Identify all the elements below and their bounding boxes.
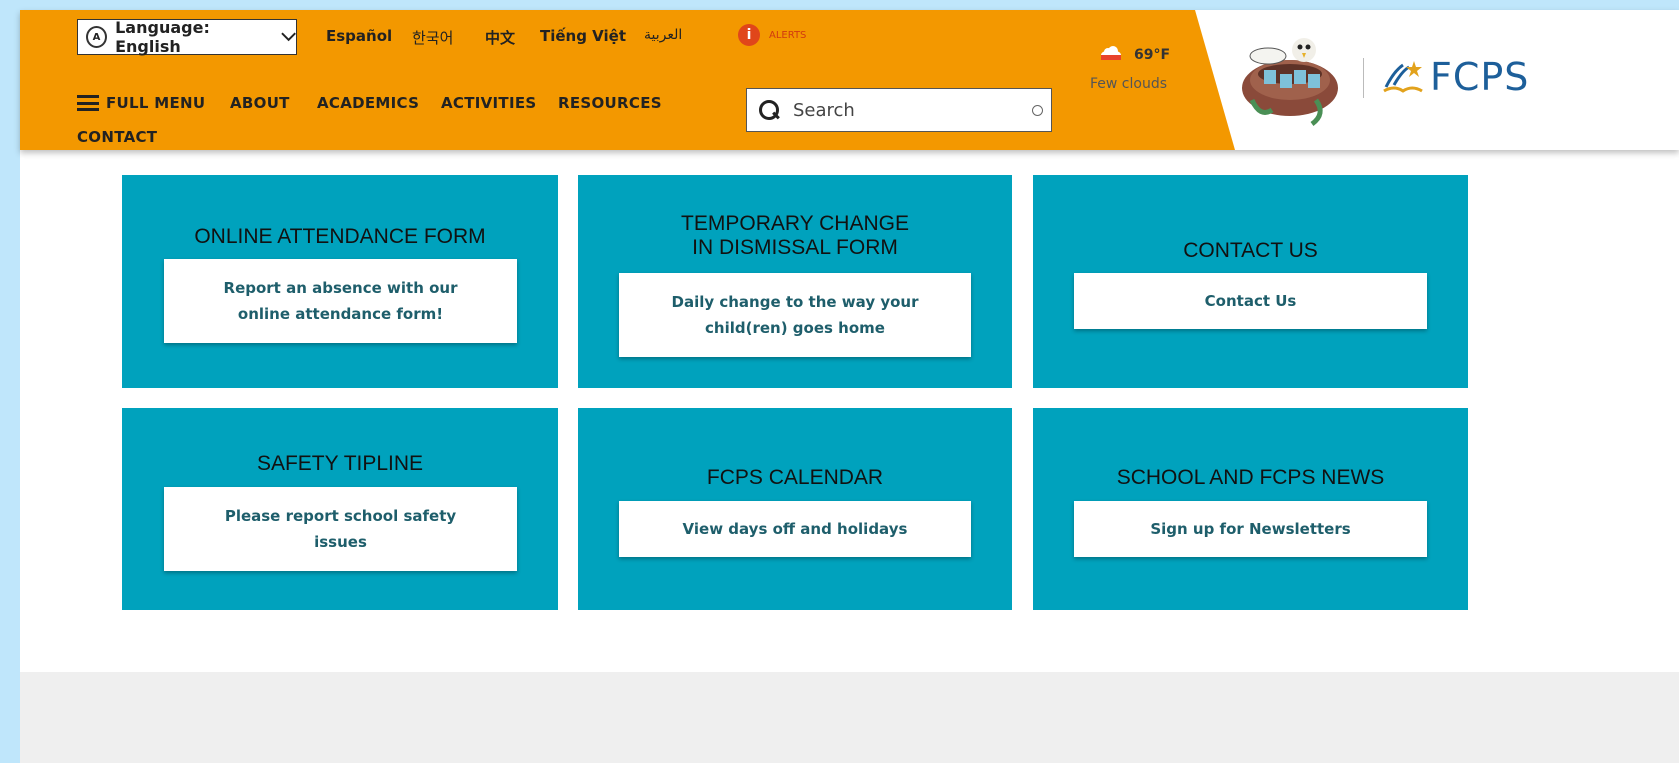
chevron-down-icon — [281, 32, 296, 42]
nav-about[interactable]: ABOUT — [230, 94, 290, 112]
nav-contact[interactable]: CONTACT — [77, 128, 157, 146]
weather-temp: 69°F — [1134, 47, 1171, 63]
lang-link-korean[interactable]: 한국어 — [412, 27, 453, 48]
logo-divider — [1363, 58, 1364, 98]
tile-online-attendance: ONLINE ATTENDANCE FORM Report an absence… — [122, 175, 558, 388]
book-star-icon — [1383, 61, 1423, 93]
tile-title: FCPS CALENDAR — [706, 466, 884, 489]
tile-link-button[interactable]: Daily change to the way your child(ren) … — [619, 273, 971, 357]
footer-band — [20, 672, 1679, 763]
lang-link-vietnamese[interactable]: Tiếng Việt — [540, 27, 626, 45]
tile-title: CONTACT US — [1183, 239, 1318, 262]
alerts-label[interactable]: ALERTS — [769, 30, 806, 41]
tile-link-button[interactable]: Report an absence with our online attend… — [164, 259, 517, 343]
search-input[interactable] — [793, 99, 1013, 121]
tile-school-news: SCHOOL AND FCPS NEWS Sign up for Newslet… — [1033, 408, 1468, 610]
nav-academics[interactable]: ACADEMICS — [317, 94, 419, 112]
lang-link-chinese[interactable]: 中文 — [485, 27, 515, 48]
tile-title: SAFETY TIPLINE — [256, 452, 424, 475]
tile-title: SCHOOL AND FCPS NEWS — [1116, 466, 1385, 489]
nest-mascot-logo[interactable] — [1238, 30, 1342, 130]
tile-link-button[interactable]: Contact Us — [1074, 273, 1427, 329]
tile-title: TEMPORARY CHANGE IN DISMISSAL FORM — [681, 212, 909, 259]
tile-safety-tipline: SAFETY TIPLINE Please report school safe… — [122, 408, 558, 610]
tile-link-button[interactable]: Sign up for Newsletters — [1074, 501, 1427, 557]
search-box[interactable] — [746, 88, 1052, 132]
search-loading-icon — [1032, 105, 1043, 116]
tile-dismissal-form: TEMPORARY CHANGE IN DISMISSAL FORM Daily… — [578, 175, 1012, 388]
fcps-logo[interactable]: FCPS — [1380, 55, 1529, 99]
fcps-logo-text: FCPS — [1430, 55, 1530, 99]
nav-activities[interactable]: ACTIVITIES — [441, 94, 536, 112]
tile-title: ONLINE ATTENDANCE FORM — [194, 225, 486, 248]
site-header: A Language: English Español 한국어 中文 Tiếng… — [20, 10, 1679, 150]
tile-fcps-calendar: FCPS CALENDAR View days off and holidays — [578, 408, 1012, 610]
tile-contact-us: CONTACT US Contact Us — [1033, 175, 1468, 388]
page: A Language: English Español 한국어 中文 Tiếng… — [20, 10, 1679, 763]
nav-full-menu[interactable]: FULL MENU — [106, 94, 205, 112]
lang-link-arabic[interactable]: العربية — [644, 27, 682, 43]
weather-desc: Few clouds — [1090, 76, 1168, 92]
lang-link-spanish[interactable]: Español — [326, 27, 392, 45]
nav-resources[interactable]: RESOURCES — [558, 94, 662, 112]
tile-link-button[interactable]: Please report school safety issues — [164, 487, 517, 571]
tile-link-button[interactable]: View days off and holidays — [619, 501, 971, 557]
alert-icon[interactable]: i — [738, 24, 760, 46]
translate-icon: A — [86, 26, 108, 48]
language-selector-label: Language: English — [115, 18, 210, 56]
search-icon[interactable] — [759, 100, 779, 120]
language-selector[interactable]: A Language: English — [77, 18, 297, 56]
hamburger-menu-icon[interactable] — [77, 95, 99, 111]
cloud-icon — [1101, 46, 1121, 60]
